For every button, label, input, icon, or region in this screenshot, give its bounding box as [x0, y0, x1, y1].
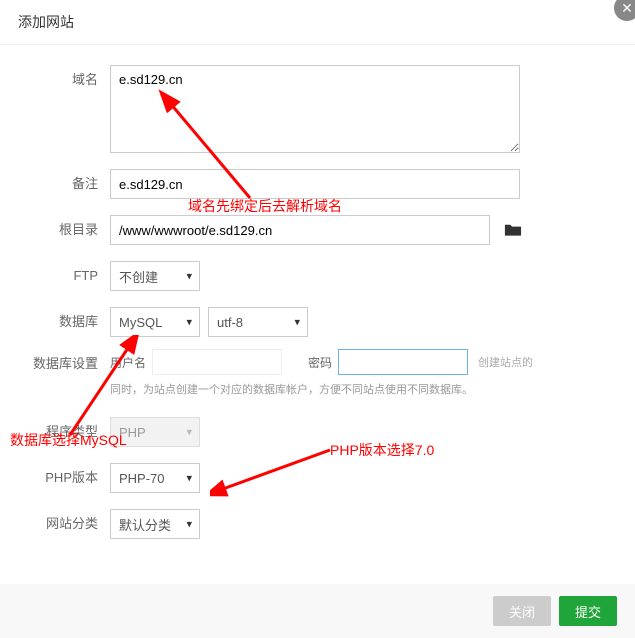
note-label: 备注	[10, 169, 110, 199]
domain-label: 域名	[10, 65, 110, 95]
dialog-footer: 关闭 提交	[0, 584, 635, 638]
category-select[interactable]: 默认分类	[110, 509, 200, 539]
db-user-label: 用户名	[110, 354, 146, 371]
prog-select: PHP	[110, 417, 200, 447]
db-settings-label: 数据库设置	[10, 349, 110, 379]
submit-button[interactable]: 提交	[559, 596, 617, 626]
prog-label: 程序类型	[10, 417, 110, 447]
db-user-input[interactable]	[152, 349, 282, 375]
db-pass-input[interactable]	[338, 349, 468, 375]
root-input[interactable]	[110, 215, 490, 245]
domain-input[interactable]: e.sd129.cn	[110, 65, 520, 153]
db-pass-label: 密码	[308, 354, 332, 371]
ftp-select[interactable]: 不创建	[110, 261, 200, 291]
note-input[interactable]	[110, 169, 520, 199]
close-button[interactable]: 关闭	[493, 596, 551, 626]
dialog-title: 添加网站	[0, 0, 635, 45]
db-charset-select[interactable]: utf-8	[208, 307, 308, 337]
folder-icon[interactable]	[504, 223, 522, 237]
root-label: 根目录	[10, 215, 110, 245]
phpver-label: PHP版本	[10, 463, 110, 493]
ftp-label: FTP	[10, 261, 110, 291]
db-hint: 创建站点的	[478, 354, 533, 370]
phpver-select[interactable]: PHP-70	[110, 463, 200, 493]
db-label: 数据库	[10, 307, 110, 337]
db-help: 同时，为站点创建一个对应的数据库帐户，方便不同站点使用不同数据库。	[110, 381, 473, 397]
category-label: 网站分类	[10, 509, 110, 539]
db-engine-select[interactable]: MySQL	[110, 307, 200, 337]
